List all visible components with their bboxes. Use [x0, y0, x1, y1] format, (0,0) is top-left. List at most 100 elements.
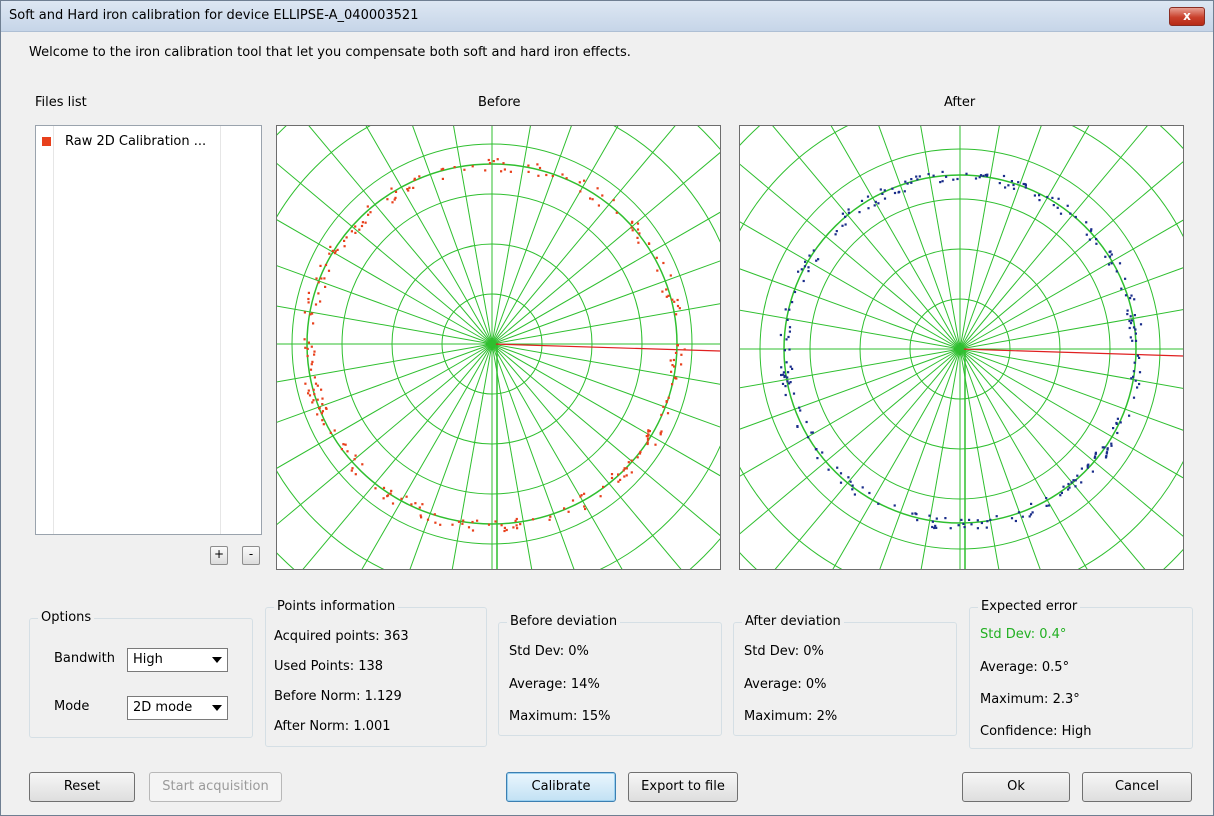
data-point — [788, 326, 792, 329]
data-point — [394, 196, 397, 199]
data-point — [1017, 181, 1020, 184]
data-point — [805, 420, 808, 424]
data-point — [1080, 481, 1083, 484]
data-point — [1014, 519, 1017, 523]
data-point — [537, 174, 540, 177]
data-point — [1108, 255, 1112, 258]
data-point — [328, 252, 331, 255]
data-point — [788, 308, 791, 311]
data-point — [877, 502, 880, 505]
data-point — [1091, 470, 1094, 473]
data-point — [1132, 370, 1135, 373]
after-deviation-title: After deviation — [742, 614, 844, 629]
file-list-item[interactable]: Raw 2D Calibration ... — [42, 134, 206, 149]
data-point — [308, 394, 312, 397]
data-point — [844, 215, 847, 218]
data-point — [1129, 297, 1132, 300]
remove-file-button[interactable]: - — [242, 546, 260, 565]
data-point — [1131, 339, 1134, 342]
data-point — [1085, 221, 1088, 224]
close-button[interactable]: x — [1169, 7, 1205, 26]
data-point — [667, 294, 670, 297]
data-point — [1128, 319, 1131, 323]
data-point — [781, 382, 785, 385]
before-average: Average: 14% — [509, 677, 600, 692]
data-point — [638, 452, 642, 455]
data-point — [834, 233, 837, 236]
data-point — [941, 180, 944, 183]
data-point — [788, 348, 791, 351]
mode-select[interactable]: 2D mode — [127, 696, 228, 720]
ok-button[interactable]: Ok — [962, 772, 1070, 802]
data-point — [630, 471, 633, 474]
data-point — [1130, 377, 1133, 380]
export-to-file-button[interactable]: Export to file — [628, 772, 738, 802]
data-point — [982, 174, 985, 177]
data-point — [780, 373, 783, 377]
data-point — [1110, 442, 1113, 445]
before-deviation-title: Before deviation — [507, 614, 621, 629]
data-point — [847, 476, 850, 479]
title-bar[interactable]: Soft and Hard iron calibration for devic… — [1, 1, 1213, 32]
expected-error-title: Expected error — [978, 599, 1081, 614]
data-point — [847, 208, 850, 211]
data-point — [1052, 204, 1055, 207]
data-point — [1074, 479, 1077, 482]
data-point — [1069, 212, 1072, 215]
data-point — [1134, 328, 1137, 331]
cancel-button[interactable]: Cancel — [1082, 772, 1192, 802]
data-point — [307, 291, 310, 294]
data-point — [1139, 323, 1143, 326]
data-point — [390, 489, 393, 492]
data-point — [1136, 386, 1139, 389]
bandwith-select[interactable]: High — [127, 648, 228, 672]
data-point — [1012, 183, 1015, 187]
data-point — [636, 236, 639, 239]
data-point — [312, 322, 315, 325]
data-point — [319, 300, 322, 303]
data-point — [1090, 228, 1093, 231]
data-point — [316, 413, 319, 416]
data-point — [962, 522, 965, 525]
start-acquisition-button[interactable]: Start acquisition — [149, 772, 282, 802]
data-point — [413, 177, 416, 180]
data-point — [313, 353, 316, 356]
data-point — [1138, 356, 1141, 359]
data-point — [1130, 319, 1133, 322]
data-point — [646, 438, 650, 441]
data-point — [1104, 456, 1108, 459]
data-point — [509, 170, 512, 173]
reset-button[interactable]: Reset — [29, 772, 135, 802]
data-point — [1067, 482, 1070, 486]
data-point — [787, 335, 790, 339]
data-point — [631, 229, 634, 232]
data-point — [791, 301, 794, 304]
data-point — [666, 412, 670, 415]
data-point — [565, 177, 568, 180]
data-point — [798, 406, 801, 409]
data-point — [786, 380, 789, 383]
data-point — [849, 480, 852, 483]
data-point — [671, 383, 674, 386]
data-point — [957, 524, 960, 527]
data-point — [1007, 184, 1010, 187]
files-list[interactable]: Raw 2D Calibration ... — [35, 125, 262, 535]
data-point — [412, 186, 415, 189]
data-point — [1103, 446, 1106, 449]
data-point — [918, 175, 921, 178]
data-point — [333, 429, 336, 432]
add-file-button[interactable]: + — [210, 546, 228, 565]
data-point — [602, 485, 605, 488]
data-point — [583, 492, 586, 495]
data-point — [317, 292, 320, 295]
data-point — [835, 230, 838, 233]
data-point — [610, 476, 614, 480]
data-point — [314, 303, 318, 306]
data-point — [439, 523, 442, 526]
calibrate-button[interactable]: Calibrate — [506, 772, 616, 802]
data-point — [346, 450, 349, 453]
data-point — [903, 190, 906, 193]
mode-label: Mode — [54, 699, 90, 714]
data-point — [503, 168, 506, 171]
data-point — [1038, 194, 1041, 197]
